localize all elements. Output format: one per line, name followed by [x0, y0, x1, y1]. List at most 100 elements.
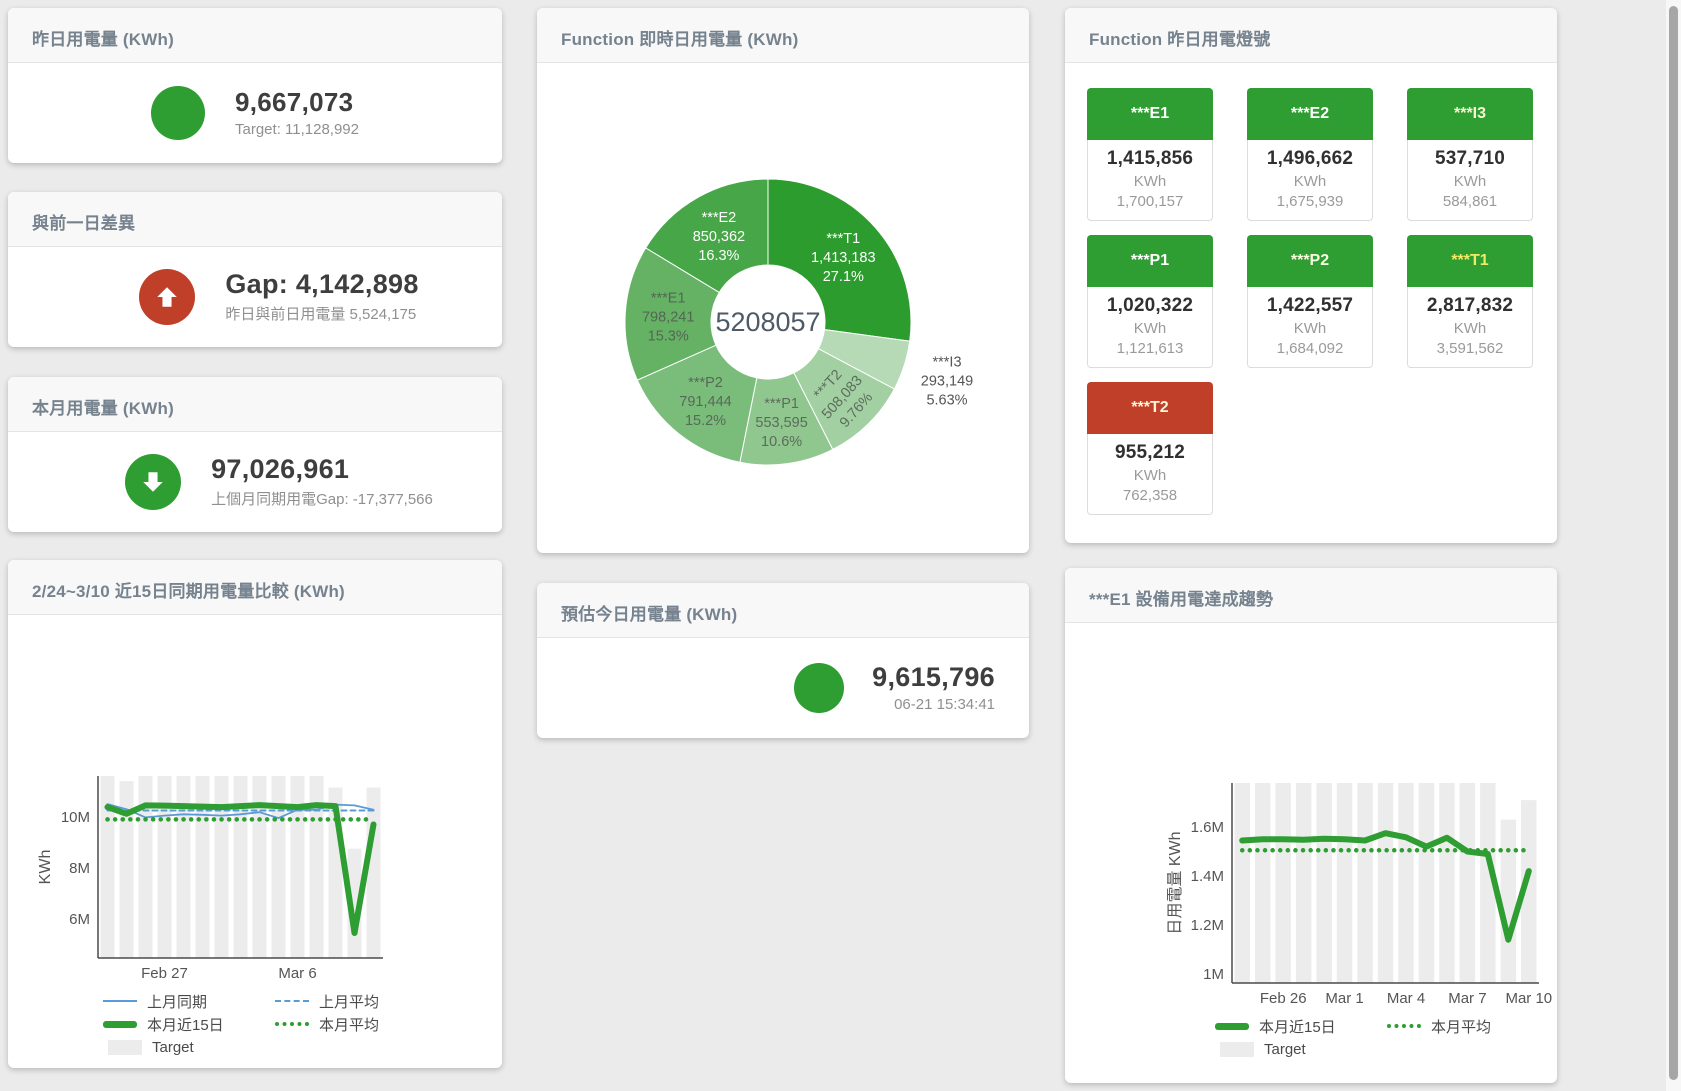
status-circle-icon — [151, 86, 205, 140]
legend-thick-line-icon — [103, 1021, 137, 1028]
legend-label: 上月平均 — [319, 991, 379, 1012]
legend-item: 本月平均 — [1387, 1015, 1557, 1037]
legend-item: 本月近15日 — [103, 1013, 275, 1035]
y-tick: 10M — [61, 809, 90, 826]
device-status-tile: ***P1 1,020,322 KWh 1,121,613 — [1087, 235, 1213, 368]
unit-label: KWh — [1090, 467, 1210, 484]
legend-dashed-line-icon — [275, 1000, 309, 1002]
x-tick: Mar 7 — [1448, 990, 1486, 1007]
target-bar — [1255, 783, 1271, 983]
legend-label: Target — [152, 1039, 194, 1056]
card-title: ***E1 設備用電達成趨勢 — [1065, 568, 1557, 623]
card-today-estimate: 預估今日用電量 (KWh) 9,615,796 06-21 15:34:41 — [537, 583, 1029, 738]
y-axis-label: 日用電量 KWh — [1167, 831, 1184, 934]
device-label: ***E2 — [1247, 88, 1373, 140]
card-title: 與前一日差異 — [8, 192, 502, 247]
x-tick: Mar 4 — [1387, 990, 1425, 1007]
x-tick: Feb 26 — [1260, 990, 1307, 1007]
card-title: 2/24~3/10 近15日同期用電量比較 (KWh) — [8, 560, 502, 615]
device-label: ***P2 — [1247, 235, 1373, 287]
month-usage-gap: 上個月同期用電Gap: -17,377,566 — [211, 488, 433, 509]
compare-chart-legend: 上月同期 上月平均本月近15日 本月平均 Target — [103, 990, 447, 1058]
device-target-value: 1,684,092 — [1250, 340, 1370, 357]
x-tick: Feb 27 — [141, 965, 188, 982]
unit-label: KWh — [1250, 173, 1370, 190]
legend-item: 本月近15日 — [1215, 1015, 1387, 1037]
card-realtime-donut: Function 即時日用電量 (KWh) 5208057***T11,413,… — [537, 8, 1029, 553]
device-status-tile: ***E1 1,415,856 KWh 1,700,157 — [1087, 88, 1213, 221]
legend-label: 本月平均 — [319, 1014, 379, 1035]
target-bar — [1439, 783, 1455, 983]
legend-label: 上月同期 — [147, 991, 207, 1012]
device-label: ***I3 — [1407, 88, 1533, 140]
y-tick: 1.6M — [1191, 819, 1224, 836]
target-bar — [196, 776, 210, 958]
legend-item: 上月平均 — [275, 990, 447, 1012]
card-title: 昨日用電量 (KWh) — [8, 8, 502, 63]
vertical-scrollbar-thumb[interactable] — [1669, 6, 1678, 1080]
target-bar — [1337, 783, 1353, 983]
device-status-tile: ***I3 537,710 KWh 584,861 — [1407, 88, 1533, 221]
lights-tile-grid: ***E1 1,415,856 KWh 1,700,157 ***E2 1,49… — [1065, 63, 1557, 515]
target-bar — [1419, 783, 1435, 983]
card-yesterday-usage: 昨日用電量 (KWh) 9,667,073 Target: 11,128,992 — [8, 8, 502, 163]
device-status-tile: ***T1 2,817,832 KWh 3,591,562 — [1407, 235, 1533, 368]
donut-slice-label: ***I3293,1495.63% — [921, 355, 973, 409]
card-month-usage: 本月用電量 (KWh) 97,026,961 上個月同期用電Gap: -17,3… — [8, 377, 502, 532]
device-label: ***P1 — [1087, 235, 1213, 287]
device-target-value: 3,591,562 — [1410, 340, 1530, 357]
device-label: ***T2 — [1087, 382, 1213, 434]
legend-dotted-line-icon — [275, 1022, 309, 1026]
legend-item: 上月同期 — [103, 990, 275, 1012]
device-target-value: 584,861 — [1410, 193, 1530, 210]
device-target-value: 1,700,157 — [1090, 193, 1210, 210]
legend-item: 本月平均 — [275, 1013, 447, 1035]
device-status-tile: ***T2 955,212 KWh 762,358 — [1087, 382, 1213, 515]
realtime-usage-donut-chart: 5208057***T11,413,18327.1%***I3293,1495.… — [537, 63, 1029, 552]
legend-label: Target — [1264, 1041, 1306, 1058]
target-bar — [1460, 783, 1476, 983]
card-title: 預估今日用電量 (KWh) — [537, 583, 1029, 638]
target-bar — [291, 776, 305, 958]
device-label: ***E1 — [1087, 88, 1213, 140]
card-compare-15days: 2/24~3/10 近15日同期用電量比較 (KWh) 6M8M10MFeb 2… — [8, 560, 502, 1068]
unit-label: KWh — [1090, 173, 1210, 190]
card-usage-lights: Function 昨日用電燈號 ***E1 1,415,856 KWh 1,70… — [1065, 8, 1557, 543]
legend-item: Target — [1215, 1038, 1387, 1060]
device-label: ***T1 — [1407, 235, 1533, 287]
device-usage-value: 955,212 — [1090, 442, 1210, 464]
device-target-value: 762,358 — [1090, 487, 1210, 504]
device-status-tile: ***P2 1,422,557 KWh 1,684,092 — [1247, 235, 1373, 368]
legend-label: 本月近15日 — [1259, 1016, 1336, 1037]
target-bar — [215, 776, 229, 958]
legend-thick-line-icon — [1215, 1023, 1249, 1030]
legend-square-icon — [108, 1040, 142, 1055]
card-title: 本月用電量 (KWh) — [8, 377, 502, 432]
vertical-scrollbar-track[interactable] — [1666, 0, 1681, 1091]
donut-center-total: 5208057 — [715, 307, 820, 337]
today-estimate-value: 9,615,796 — [872, 662, 995, 693]
y-axis-label: KWh — [37, 850, 54, 885]
yesterday-usage-target: Target: 11,128,992 — [235, 121, 359, 138]
arrow-up-icon — [139, 269, 195, 325]
card-title: Function 昨日用電燈號 — [1065, 8, 1557, 63]
device-usage-value: 1,020,322 — [1090, 295, 1210, 317]
e1-trend-chart: 1M1.2M1.4M1.6MFeb 26Mar 1Mar 4Mar 7Mar 1… — [1065, 623, 1557, 1083]
y-tick: 6M — [69, 911, 90, 928]
y-tick: 1.4M — [1191, 868, 1224, 885]
unit-label: KWh — [1410, 320, 1530, 337]
x-tick: Mar 10 — [1505, 990, 1552, 1007]
target-bar — [367, 788, 381, 959]
legend-line-icon — [103, 1000, 137, 1002]
target-bar — [1296, 783, 1312, 983]
legend-label: 本月平均 — [1431, 1016, 1491, 1037]
y-tick: 1M — [1203, 966, 1224, 983]
gap-subtitle: 昨日與前日用電量 5,524,175 — [225, 303, 418, 324]
card-gap-prev-day: 與前一日差異 Gap: 4,142,898 昨日與前日用電量 5,524,175 — [8, 192, 502, 347]
target-bar — [1235, 783, 1251, 983]
target-bar — [1378, 783, 1394, 983]
device-usage-value: 1,415,856 — [1090, 148, 1210, 170]
y-tick: 1.2M — [1191, 917, 1224, 934]
target-bar — [1316, 783, 1332, 983]
status-circle-icon — [794, 663, 844, 713]
